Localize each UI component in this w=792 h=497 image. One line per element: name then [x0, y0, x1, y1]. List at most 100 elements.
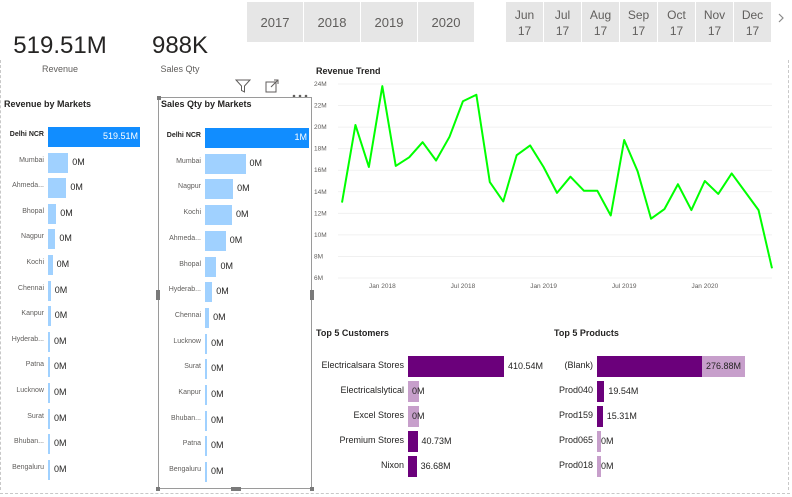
- revenue-trend-point[interactable]: [743, 189, 748, 194]
- bar[interactable]: [205, 230, 226, 251]
- revenue-trend-point[interactable]: [555, 190, 560, 195]
- resize-handle-bottom[interactable]: [231, 487, 241, 491]
- year-button-2017[interactable]: 2017: [247, 2, 304, 42]
- revenue-trend-point[interactable]: [622, 138, 627, 143]
- resize-handle-bottom-left[interactable]: [156, 487, 160, 491]
- bar[interactable]: [205, 307, 210, 328]
- bar[interactable]: [408, 431, 418, 452]
- bar[interactable]: [597, 356, 702, 377]
- year-button-2018[interactable]: 2018: [304, 2, 361, 42]
- month-button-sep-17[interactable]: Sep 17: [620, 2, 658, 42]
- bar-category-label: Nixon: [380, 460, 404, 470]
- bar[interactable]: [205, 436, 207, 457]
- resize-handle-left[interactable]: [156, 290, 160, 300]
- revenue-trend-point[interactable]: [474, 92, 479, 97]
- revenue-trend-line[interactable]: [341, 85, 773, 269]
- month-label: Dec: [741, 8, 764, 22]
- bar[interactable]: [48, 331, 50, 352]
- bar[interactable]: [205, 179, 234, 200]
- revenue-trend-point[interactable]: [501, 199, 506, 204]
- revenue-trend-point[interactable]: [487, 180, 492, 185]
- revenue-trend-point[interactable]: [420, 140, 425, 145]
- revenue-trend-point[interactable]: [434, 158, 439, 163]
- revenue-trend-point[interactable]: [675, 182, 680, 187]
- bar[interactable]: [205, 359, 208, 380]
- month-label: Jul: [554, 8, 571, 22]
- bar[interactable]: [205, 385, 208, 405]
- year-button-2019[interactable]: 2019: [361, 2, 418, 42]
- revenue-trend-point[interactable]: [729, 171, 734, 176]
- bar[interactable]: [205, 256, 217, 277]
- revenue-trend-point[interactable]: [716, 191, 721, 196]
- bar[interactable]: [408, 456, 417, 477]
- revenue-trend-point[interactable]: [770, 266, 775, 271]
- sales-qty-by-markets-visual[interactable]: Sales Qty by Markets Delhi NCR 1M Mumbai 0M…: [158, 97, 312, 489]
- bar[interactable]: [48, 306, 51, 327]
- filter-icon[interactable]: [234, 79, 252, 93]
- bar[interactable]: [205, 205, 233, 226]
- bar[interactable]: [205, 410, 207, 431]
- bar[interactable]: [205, 462, 207, 483]
- revenue-trend-point[interactable]: [460, 99, 465, 104]
- focus-mode-icon[interactable]: [265, 79, 279, 93]
- revenue-trend-point[interactable]: [595, 188, 600, 193]
- bar[interactable]: [48, 408, 50, 429]
- revenue-trend-point[interactable]: [581, 188, 586, 193]
- revenue-trend-point[interactable]: [568, 174, 573, 179]
- revenue-trend-point[interactable]: [541, 164, 546, 169]
- revenue-trend-point[interactable]: [756, 208, 761, 213]
- month-label: Nov: [703, 8, 726, 22]
- bar-value-label: 0M: [54, 412, 67, 423]
- more-options-icon[interactable]: [292, 85, 308, 98]
- bar-category-label: Prod018: [558, 460, 593, 470]
- bar[interactable]: [48, 203, 57, 224]
- bar[interactable]: [205, 282, 213, 303]
- bar[interactable]: [205, 153, 246, 174]
- revenue-trend-point[interactable]: [702, 179, 707, 184]
- revenue-trend-point[interactable]: [340, 200, 345, 205]
- revenue-trend-point[interactable]: [649, 216, 654, 221]
- bar[interactable]: [48, 434, 50, 455]
- month-button-jul-17[interactable]: Jul 17: [544, 2, 582, 42]
- resize-handle-top-left[interactable]: [157, 96, 161, 100]
- bar[interactable]: [48, 280, 51, 301]
- bar-value-label: 0M: [59, 233, 72, 244]
- revenue-trend-point[interactable]: [514, 153, 519, 158]
- bar[interactable]: [48, 255, 53, 275]
- revenue-trend-point[interactable]: [393, 163, 398, 168]
- year-slicer: 2017 2018 2019 2020: [247, 2, 475, 42]
- revenue-trend-point[interactable]: [662, 207, 667, 212]
- revenue-trend-point[interactable]: [635, 169, 640, 174]
- bar[interactable]: [48, 357, 50, 378]
- revenue-trend-point[interactable]: [447, 134, 452, 139]
- bar[interactable]: [48, 383, 50, 403]
- bar-category-label: Excel Stores: [353, 410, 404, 420]
- bar[interactable]: [205, 333, 208, 354]
- month-button-nov-17[interactable]: Nov 17: [696, 2, 734, 42]
- month-year: 17: [631, 24, 646, 38]
- month-button-jun-17[interactable]: Jun 17: [506, 2, 544, 42]
- bar-category-label: Kanpur: [21, 310, 44, 318]
- bar[interactable]: [48, 229, 56, 250]
- revenue-trend-point[interactable]: [353, 122, 358, 127]
- revenue-trend-point[interactable]: [407, 155, 412, 160]
- bar-value-label: 410.54M: [508, 361, 544, 371]
- bar[interactable]: [48, 178, 67, 199]
- chevron-right-icon[interactable]: [776, 10, 786, 26]
- revenue-trend-point[interactable]: [528, 143, 533, 148]
- revenue-trend-point[interactable]: [380, 84, 385, 89]
- bar[interactable]: [408, 356, 504, 377]
- month-button-oct-17[interactable]: Oct 17: [658, 2, 696, 42]
- bar[interactable]: [48, 459, 50, 480]
- revenue-trend-point[interactable]: [608, 213, 613, 218]
- resize-handle-bottom-right[interactable]: [310, 487, 314, 491]
- bar[interactable]: [597, 381, 605, 402]
- revenue-trend-point[interactable]: [366, 164, 371, 169]
- month-button-aug-17[interactable]: Aug 17: [582, 2, 620, 42]
- year-button-2020[interactable]: 2020: [418, 2, 475, 42]
- month-button-dec-17[interactable]: Dec 17: [734, 2, 772, 42]
- month-year: 17: [707, 24, 722, 38]
- revenue-trend-point[interactable]: [689, 208, 694, 213]
- bar[interactable]: [597, 406, 603, 427]
- bar[interactable]: [48, 152, 69, 173]
